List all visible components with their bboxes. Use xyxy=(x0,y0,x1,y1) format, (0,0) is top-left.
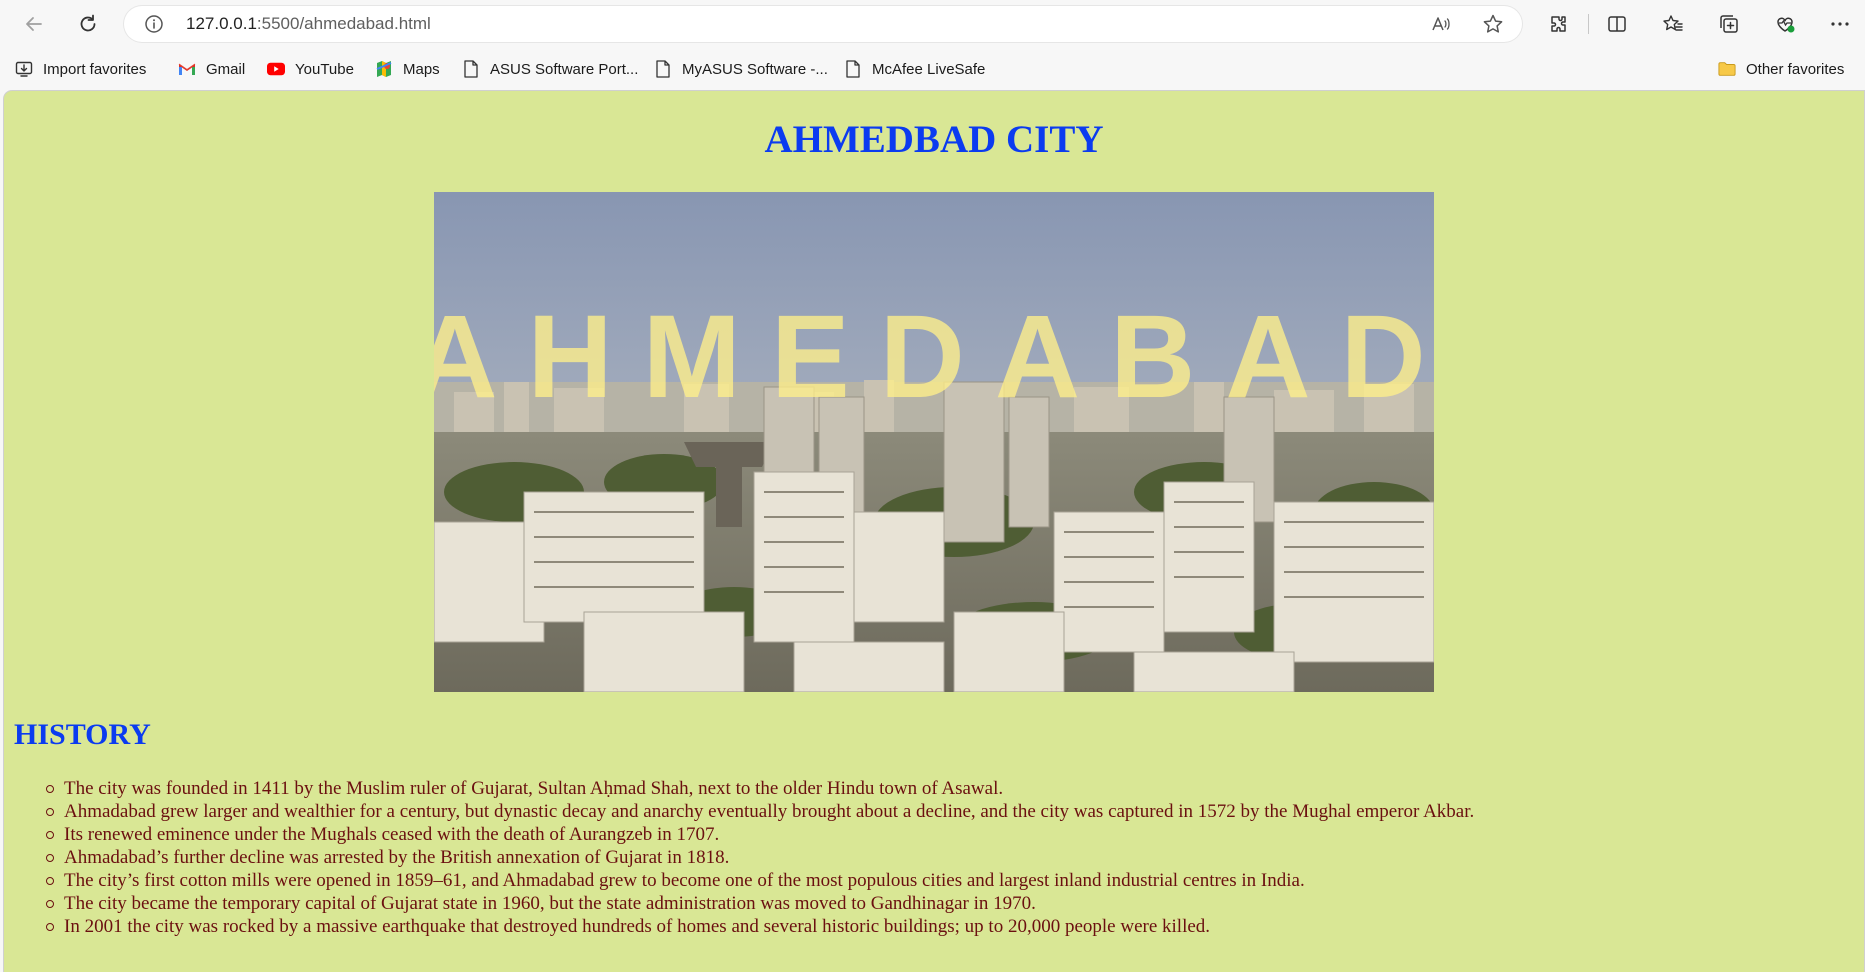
favorite-gmail[interactable]: Gmail xyxy=(178,58,245,80)
history-item-text: The city’s first cotton mills were opene… xyxy=(64,870,1305,891)
url-host: 127.0.0.1 xyxy=(186,14,257,33)
history-item-text: The city was founded in 1411 by the Musl… xyxy=(64,778,1004,799)
read-aloud-icon[interactable] xyxy=(1430,13,1452,35)
hero-overlay-text: AHMEDABAD xyxy=(434,291,1434,423)
favorite-mcafee-livesafe[interactable]: McAfee LiveSafe xyxy=(844,58,985,80)
address-bar[interactable]: 127.0.0.1:5500/ahmedabad.html xyxy=(124,6,1522,42)
youtube-icon xyxy=(267,60,285,78)
favorite-label: McAfee LiveSafe xyxy=(872,60,986,78)
browser-toolbar: 127.0.0.1:5500/ahmedabad.html xyxy=(0,0,1865,48)
favorite-label: Maps xyxy=(403,60,440,78)
circle-bullet-icon xyxy=(46,785,54,793)
page-icon xyxy=(654,60,672,78)
maps-icon xyxy=(375,60,393,78)
favorite-import[interactable]: Import favorites xyxy=(15,58,146,80)
history-item: The city’s first cotton mills were opene… xyxy=(46,869,1474,892)
history-list: The city was founded in 1411 by the Musl… xyxy=(46,777,1475,938)
history-item: Its renewed eminence under the Mughals c… xyxy=(46,823,1474,846)
history-item: Ahmadabad’s further decline was arrested… xyxy=(46,846,1474,869)
refresh-icon[interactable] xyxy=(70,6,106,42)
browser-essentials-icon[interactable] xyxy=(1767,6,1803,42)
favorite-youtube[interactable]: YouTube xyxy=(267,58,354,80)
page-viewport: AHMEDBAD CITY AHMEDABAD HISTORY The city… xyxy=(4,91,1864,972)
collections-icon[interactable] xyxy=(1711,6,1747,42)
url-text[interactable]: 127.0.0.1:5500/ahmedabad.html xyxy=(186,14,431,34)
circle-bullet-icon xyxy=(46,808,54,816)
favorite-label: Other favorites xyxy=(1746,60,1845,78)
history-item-text: In 2001 the city was rocked by a massive… xyxy=(64,916,1211,937)
favorite-label: Import favorites xyxy=(43,60,147,78)
history-item: Ahmadabad grew larger and wealthier for … xyxy=(46,800,1475,823)
history-item-text: Ahmadabad grew larger and wealthier for … xyxy=(64,801,1475,822)
back-icon[interactable] xyxy=(16,6,52,42)
circle-bullet-icon xyxy=(46,831,54,839)
history-item: In 2001 the city was rocked by a massive… xyxy=(46,915,1474,938)
favorites-bar: Import favorites Gmail YouTube Maps ASUS… xyxy=(0,48,1865,90)
history-item-text: Its renewed eminence under the Mughals c… xyxy=(64,824,720,845)
favorite-label: Gmail xyxy=(206,60,246,78)
favorite-label: MyASUS Software -... xyxy=(682,60,828,78)
circle-bullet-icon xyxy=(46,854,54,862)
history-item: The city became the temporary capital of… xyxy=(46,892,1474,915)
circle-bullet-icon xyxy=(46,877,54,885)
favorites-icon[interactable] xyxy=(1655,6,1691,42)
toolbar-divider xyxy=(1588,14,1589,34)
circle-bullet-icon xyxy=(46,900,54,908)
split-screen-icon[interactable] xyxy=(1599,6,1635,42)
import-icon xyxy=(15,60,33,78)
history-item-text: The city became the temporary capital of… xyxy=(64,893,1036,914)
site-info-icon[interactable] xyxy=(144,14,164,34)
favorite-asus-software-portal[interactable]: ASUS Software Port... xyxy=(462,58,638,80)
circle-bullet-icon xyxy=(46,923,54,931)
extensions-icon[interactable] xyxy=(1541,6,1577,42)
more-options-icon[interactable] xyxy=(1822,6,1858,42)
url-path: :5500/ahmedabad.html xyxy=(256,14,431,33)
favorite-star-icon[interactable] xyxy=(1482,13,1504,35)
favorite-myasus-software[interactable]: MyASUS Software -... xyxy=(654,58,828,80)
favorite-label: YouTube xyxy=(295,60,354,78)
history-heading: HISTORY xyxy=(14,718,151,751)
history-item-text: Ahmadabad’s further decline was arrested… xyxy=(64,847,730,868)
page-title: AHMEDBAD CITY xyxy=(764,118,1104,161)
folder-icon xyxy=(1718,60,1736,78)
ahmedabad-hero-image: AHMEDABAD xyxy=(434,192,1434,692)
page-icon xyxy=(844,60,862,78)
favorite-maps[interactable]: Maps xyxy=(375,58,440,80)
page-icon xyxy=(462,60,480,78)
history-item: The city was founded in 1411 by the Musl… xyxy=(46,777,1474,800)
favorite-other-favorites[interactable]: Other favorites xyxy=(1718,58,1844,80)
gmail-icon xyxy=(178,60,196,78)
favorite-label: ASUS Software Port... xyxy=(490,60,639,78)
